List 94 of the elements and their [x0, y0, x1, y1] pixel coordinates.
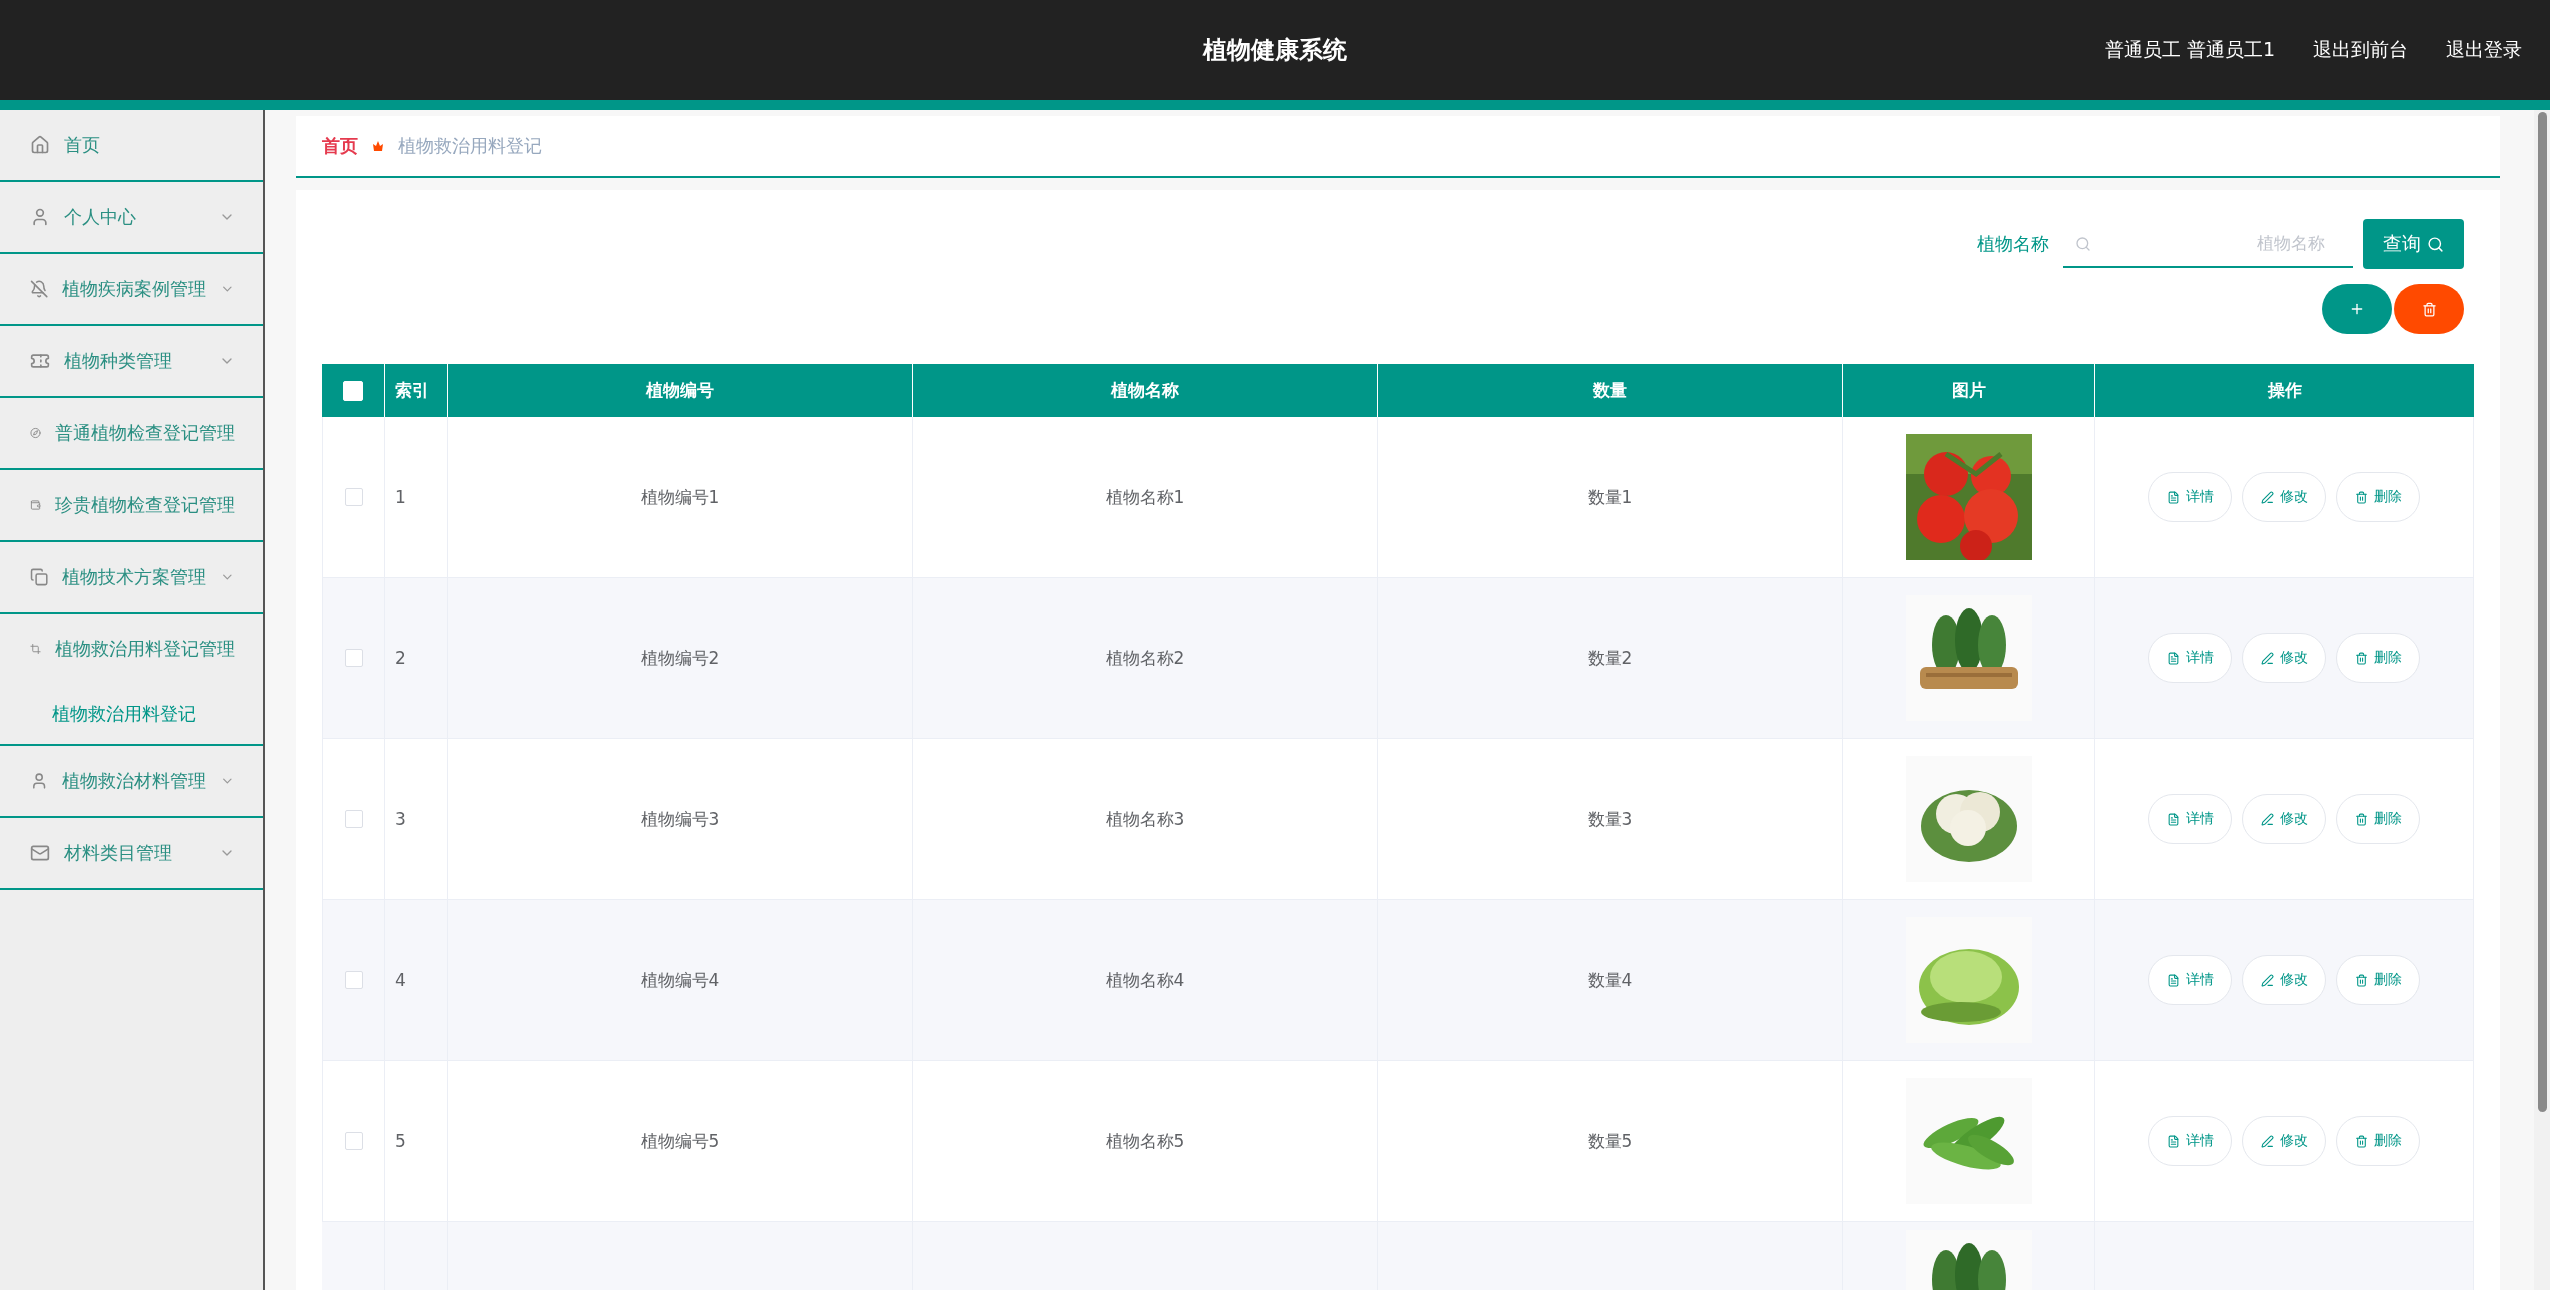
- table-cell: 植物编号1: [640, 485, 720, 509]
- copy-icon: [30, 567, 49, 587]
- user-icon: [30, 207, 50, 227]
- table-cell: 植物编号3: [640, 807, 720, 831]
- edit-button[interactable]: 修改: [2242, 472, 2326, 522]
- sidebar-item[interactable]: 植物技术方案管理: [0, 542, 263, 614]
- pen-icon: [2260, 1134, 2274, 1148]
- breadcrumb-current: 植物救治用料登记: [398, 134, 542, 158]
- table-cell: 植物名称2: [1105, 646, 1185, 670]
- pen-icon: [2260, 812, 2274, 826]
- table-cell: 植物编号2: [640, 646, 720, 670]
- search-label: 植物名称: [1977, 232, 2049, 256]
- document-icon: [2166, 973, 2180, 987]
- sidebar-item[interactable]: 材料类目管理: [0, 818, 263, 890]
- table-cell: 4: [395, 970, 406, 990]
- add-button[interactable]: [2322, 284, 2392, 334]
- table-cell: 植物名称1: [1105, 485, 1185, 509]
- delete-button[interactable]: 删除: [2336, 794, 2420, 844]
- sidebar-item[interactable]: 普通植物检查登记管理: [0, 398, 263, 470]
- query-button[interactable]: 查询: [2363, 219, 2464, 269]
- table-cell: 植物名称3: [1105, 807, 1185, 831]
- sidebar-item[interactable]: 珍贵植物检查登记管理: [0, 470, 263, 542]
- delete-button[interactable]: 删除: [2336, 472, 2420, 522]
- document-icon: [2166, 1134, 2180, 1148]
- column-header: 索引: [395, 379, 429, 402]
- user-name: 普通员工 普通员工1: [2104, 37, 2275, 62]
- search-icon: [2075, 236, 2091, 252]
- ticket-icon: [30, 351, 50, 371]
- edit-button[interactable]: 修改: [2242, 1116, 2326, 1166]
- delete-button[interactable]: 删除: [2336, 1116, 2420, 1166]
- details-button[interactable]: 详情: [2148, 472, 2232, 522]
- column-header: 图片: [1951, 379, 1986, 402]
- edit-button[interactable]: 修改: [2242, 955, 2326, 1005]
- breadcrumb-link[interactable]: 首页: [322, 134, 358, 158]
- trash-icon: [2354, 973, 2368, 987]
- select-all-checkbox[interactable]: [343, 380, 363, 401]
- details-button[interactable]: 详情: [2148, 633, 2232, 683]
- details-button[interactable]: 详情: [2148, 1116, 2232, 1166]
- pen-icon: [2260, 973, 2274, 987]
- row-checkbox[interactable]: [344, 971, 363, 989]
- delete-button[interactable]: [2394, 284, 2464, 334]
- sidebar-item[interactable]: 个人中心: [0, 182, 263, 254]
- row-checkbox[interactable]: [344, 1132, 363, 1150]
- table-cell: 植物编号4: [640, 968, 720, 992]
- search-icon: [2427, 235, 2444, 253]
- trash-icon: [2354, 651, 2368, 665]
- edit-button[interactable]: 修改: [2242, 794, 2326, 844]
- home-icon: [30, 135, 50, 155]
- scrollbar[interactable]: [2534, 110, 2550, 1290]
- document-icon: [2166, 651, 2180, 665]
- crown-icon: [372, 140, 384, 152]
- table-cell: 植物名称5: [1105, 1129, 1185, 1153]
- table-cell: 植物名称4: [1105, 968, 1185, 992]
- edit-button[interactable]: 修改: [2242, 633, 2326, 683]
- document-icon: [2166, 490, 2180, 504]
- mail-icon: [30, 843, 50, 863]
- sidebar-item[interactable]: 首页: [0, 110, 263, 182]
- delete-button[interactable]: 删除: [2336, 633, 2420, 683]
- column-header: 植物名称: [1111, 379, 1179, 402]
- table-cell: 1: [395, 487, 406, 507]
- table-cell: 5: [395, 1131, 406, 1151]
- details-button[interactable]: 详情: [2148, 955, 2232, 1005]
- table-cell: 2: [395, 648, 406, 668]
- row-checkbox[interactable]: [344, 810, 363, 828]
- column-header: 操作: [2267, 379, 2302, 402]
- table-cell: 3: [395, 809, 406, 829]
- table-cell: 数量5: [1587, 1129, 1633, 1153]
- details-button[interactable]: 详情: [2148, 794, 2232, 844]
- trash-icon: [2354, 812, 2368, 826]
- plus-icon: [2349, 301, 2365, 317]
- table-cell: 数量4: [1587, 968, 1633, 992]
- row-checkbox[interactable]: [344, 649, 363, 667]
- row-checkbox[interactable]: [344, 488, 363, 506]
- trash-icon: [2354, 1134, 2368, 1148]
- sidebar-item[interactable]: 植物种类管理: [0, 326, 263, 398]
- table-cell: 植物编号5: [640, 1129, 720, 1153]
- trash-icon: [2354, 490, 2368, 504]
- table-cell: 数量3: [1587, 807, 1633, 831]
- table-cell: 数量1: [1587, 485, 1633, 509]
- front-page-link[interactable]: 退出到前台: [2313, 37, 2408, 63]
- trash-icon: [2421, 301, 2437, 317]
- table-cell: 数量2: [1587, 646, 1633, 670]
- app-title: 植物健康系统: [1203, 35, 1347, 66]
- sidebar-item[interactable]: 植物救治材料管理: [0, 746, 263, 818]
- logout-link[interactable]: 退出登录: [2446, 37, 2522, 63]
- column-header: 植物编号: [646, 379, 714, 402]
- bell-off-icon: [30, 279, 49, 299]
- sidebar-item[interactable]: 植物救治用料登记管理: [0, 614, 263, 684]
- delete-button[interactable]: 删除: [2336, 955, 2420, 1005]
- pen-icon: [2260, 651, 2274, 665]
- sidebar-item[interactable]: 植物疾病案例管理: [0, 254, 263, 326]
- pen-icon: [2260, 490, 2274, 504]
- document-icon: [2166, 812, 2180, 826]
- column-header: 数量: [1593, 379, 1627, 402]
